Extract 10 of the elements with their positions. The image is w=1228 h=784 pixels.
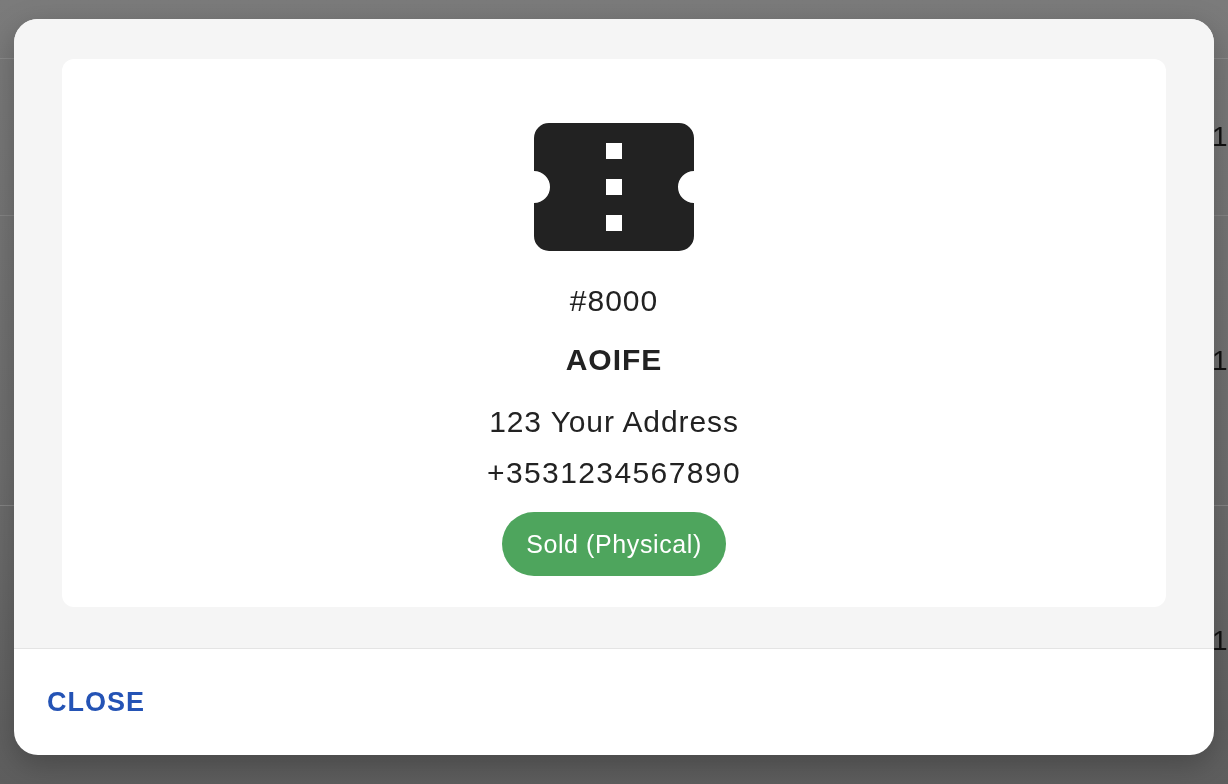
close-button[interactable]: CLOSE (35, 678, 157, 726)
ticket-number: #8000 (569, 283, 659, 319)
background-table-text: 1 (1212, 120, 1227, 154)
status-badge: Sold (Physical) (502, 512, 726, 576)
background-table-text: 1 (1212, 624, 1227, 658)
customer-address: 123 Your Address (489, 404, 739, 440)
background-table-text: 1 (1212, 343, 1227, 378)
customer-name: AOIFE (565, 342, 663, 378)
ticket-icon (534, 123, 694, 251)
customer-phone: +3531234567890 (487, 455, 741, 491)
